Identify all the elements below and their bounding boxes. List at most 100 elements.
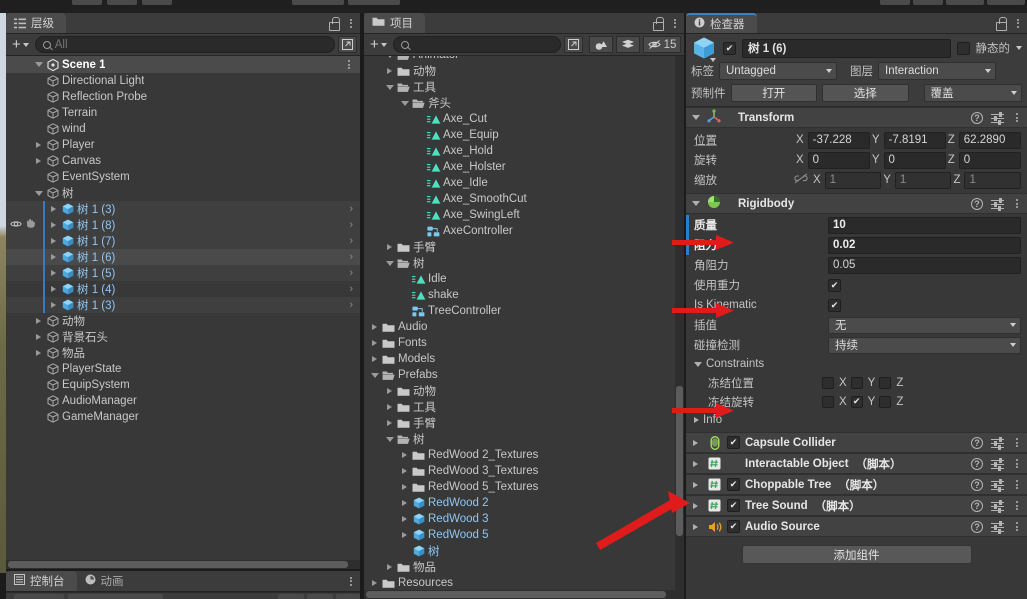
scale-y-field[interactable]: 1 <box>894 171 952 189</box>
rotation-z-field[interactable]: 0 <box>958 151 1021 169</box>
project-search-input[interactable] <box>412 38 553 51</box>
chevron-right-icon[interactable] <box>368 340 381 346</box>
prefab-open-chevron-icon[interactable]: › <box>349 201 353 217</box>
transform-expand-arrow[interactable] <box>689 115 702 120</box>
project-row[interactable]: 树 <box>364 431 675 447</box>
toolbar-button-group-right3[interactable] <box>946 0 984 5</box>
component-header[interactable]: Audio Source? <box>686 516 1027 537</box>
add-component-button[interactable]: 添加组件 <box>741 545 972 564</box>
component-expand-arrow[interactable] <box>689 523 702 530</box>
chevron-down-icon[interactable] <box>383 436 396 442</box>
hierarchy-search-options-button[interactable] <box>338 36 357 53</box>
chevron-right-icon[interactable] <box>368 580 381 586</box>
project-row[interactable]: AxeController <box>364 223 675 239</box>
freeze-position-x-checkbox[interactable] <box>822 376 834 389</box>
freeze-rotation-y-checkbox[interactable] <box>850 395 863 408</box>
scene-kebab-menu-icon[interactable] <box>344 58 354 72</box>
chevron-right-icon[interactable] <box>398 468 411 474</box>
hierarchy-row[interactable]: 动物 <box>6 313 360 329</box>
chevron-right-icon[interactable] <box>398 484 411 490</box>
project-row[interactable]: 树 <box>364 543 675 559</box>
hierarchy-tree[interactable]: Scene 1 Directional Light Reflection Prob… <box>6 56 360 569</box>
toolbar-button-group-left[interactable] <box>72 0 102 5</box>
rotation-x-field[interactable]: 0 <box>807 151 870 169</box>
position-y-field[interactable]: -7.8191 <box>883 131 946 149</box>
prefab-open-chevron-icon[interactable]: › <box>349 297 353 313</box>
rotation-y-field[interactable]: 0 <box>883 151 946 169</box>
console-clear-button[interactable] <box>14 594 64 599</box>
hierarchy-search-box[interactable] <box>34 36 335 53</box>
rigidbody-angular-drag-field[interactable]: 0.05 <box>828 256 1021 274</box>
preset-icon[interactable] <box>991 478 1004 492</box>
is-kinematic-checkbox[interactable] <box>828 298 841 312</box>
rigidbody-expand-arrow[interactable] <box>689 201 702 206</box>
project-search-options-button[interactable] <box>564 36 583 53</box>
chevron-right-icon[interactable] <box>32 318 45 324</box>
hierarchy-row[interactable]: Reflection Probe <box>6 89 360 105</box>
chevron-right-icon[interactable] <box>398 452 411 458</box>
freeze-position-y-checkbox[interactable] <box>850 376 863 389</box>
chevron-down-icon[interactable] <box>383 56 396 58</box>
prefab-select-button[interactable]: 选择 <box>822 84 909 102</box>
tag-dropdown[interactable]: Untagged <box>719 62 837 80</box>
console-collapse-button[interactable] <box>68 594 163 599</box>
preset-icon[interactable] <box>991 457 1004 471</box>
hierarchy-scene-row[interactable]: Scene 1 <box>6 56 360 73</box>
project-row[interactable]: 斧头 <box>364 95 675 111</box>
constraints-foldout[interactable]: Constraints <box>686 355 1027 373</box>
lock-icon[interactable] <box>652 16 664 31</box>
rigidbody-drag-field[interactable]: 0.02 <box>828 236 1021 254</box>
toolbar-button-group-left3[interactable] <box>142 0 172 5</box>
inspector-kebab-menu-icon[interactable] <box>1013 16 1023 30</box>
help-icon[interactable]: ? <box>971 520 983 533</box>
hierarchy-row[interactable]: 树 <box>6 185 360 201</box>
freeze-position-x[interactable]: X <box>822 376 851 389</box>
project-row[interactable]: Axe_Hold <box>364 143 675 159</box>
component-kebab-menu-icon[interactable] <box>1012 478 1022 492</box>
chevron-right-icon[interactable] <box>32 350 45 356</box>
chevron-down-icon[interactable] <box>32 190 45 196</box>
scene-expand-arrow[interactable] <box>32 62 45 67</box>
chevron-right-icon[interactable] <box>47 286 60 292</box>
transform-component-header[interactable]: Transform ? <box>686 107 1027 128</box>
freeze-position-z[interactable]: Z <box>879 376 907 389</box>
preset-icon[interactable] <box>991 197 1004 211</box>
project-row[interactable]: RedWood 5 <box>364 527 675 543</box>
chevron-right-icon[interactable] <box>47 254 60 260</box>
component-kebab-menu-icon[interactable] <box>1012 457 1022 471</box>
project-row[interactable]: Prefabs <box>364 367 675 383</box>
hierarchy-row[interactable]: Player <box>6 137 360 153</box>
project-row[interactable]: 手臂 <box>364 415 675 431</box>
component-header[interactable]: Capsule Collider? <box>686 432 1027 453</box>
preset-icon[interactable] <box>991 499 1004 513</box>
chevron-right-icon[interactable] <box>383 404 396 410</box>
freeze-rotation-z-checkbox[interactable] <box>879 395 892 408</box>
component-enabled-checkbox[interactable] <box>727 499 740 512</box>
prefab-open-chevron-icon[interactable]: › <box>349 281 353 297</box>
hierarchy-row[interactable]: PlayerState <box>6 361 360 377</box>
hierarchy-row[interactable]: 树 1 (7) › <box>6 233 360 249</box>
visibility-toggles[interactable] <box>10 218 36 232</box>
component-header[interactable]: Interactable Object （脚本）? <box>686 453 1027 474</box>
pick-hand-icon[interactable] <box>25 218 36 232</box>
hierarchy-hscrollbar[interactable] <box>6 560 360 569</box>
chevron-down-icon[interactable] <box>383 260 396 266</box>
lock-icon[interactable] <box>328 16 340 31</box>
chevron-right-icon[interactable] <box>32 142 45 148</box>
help-icon[interactable]: ? <box>971 457 983 470</box>
hierarchy-row[interactable]: Canvas <box>6 153 360 169</box>
project-tree[interactable]: Animator动物工具斧头Axe_CutAxe_EquipAxe_HoldAx… <box>364 56 675 590</box>
hierarchy-row[interactable]: 树 1 (3) › <box>6 201 360 217</box>
toolbar-button-group-right2[interactable] <box>913 0 943 5</box>
project-search-box[interactable] <box>392 36 561 53</box>
prefab-open-button[interactable]: 打开 <box>730 84 818 102</box>
transform-kebab-menu-icon[interactable] <box>1012 111 1022 125</box>
toolbar-button-group-right[interactable] <box>880 0 910 5</box>
component-enabled-checkbox[interactable] <box>727 478 740 491</box>
project-row[interactable]: Fonts <box>364 335 675 351</box>
tab-inspector[interactable]: 检查器 <box>686 13 757 33</box>
component-expand-arrow[interactable] <box>689 439 702 446</box>
project-row[interactable]: Axe_Cut <box>364 111 675 127</box>
console-error-pause-button[interactable] <box>278 594 304 599</box>
info-foldout[interactable]: Info <box>686 411 1027 429</box>
